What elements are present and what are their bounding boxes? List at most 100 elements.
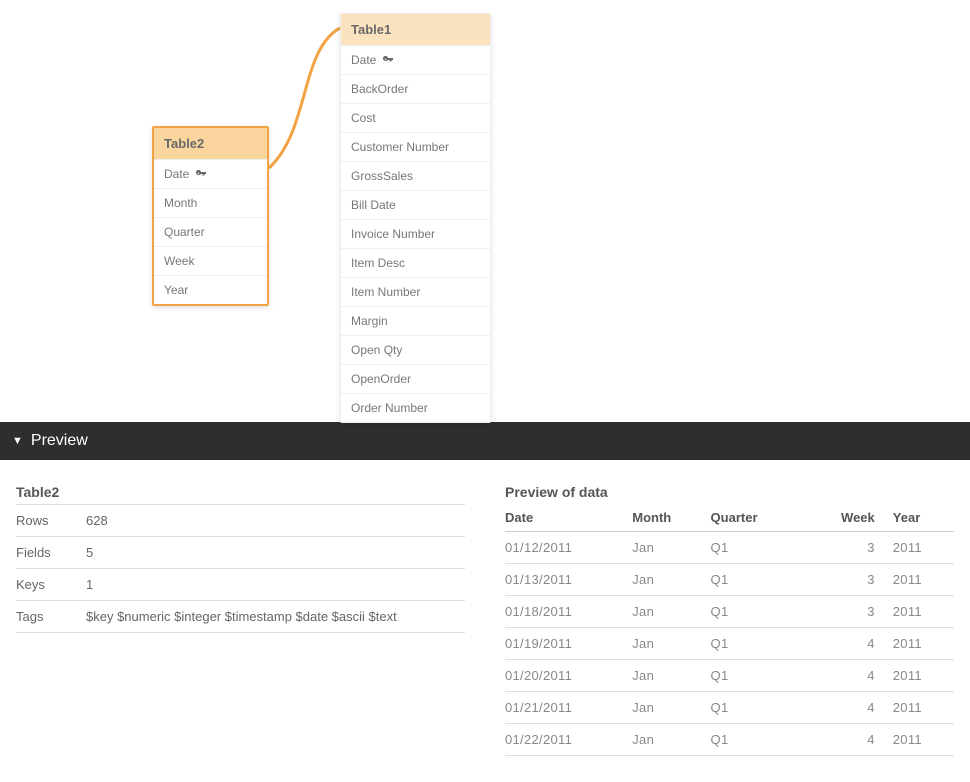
table-cell: 4 [803,692,893,724]
table-cell: Jan [632,532,710,564]
table-cell: Q1 [711,724,803,756]
field-row[interactable]: Bill Date [341,191,490,220]
table-title: Table2 [164,136,204,151]
table-cell: 01/12/2011 [505,532,632,564]
table-header-table1[interactable]: Table1 [341,14,490,46]
field-row[interactable]: Quarter [154,218,267,247]
table-cell: Q1 [711,564,803,596]
table-cell: Q1 [711,660,803,692]
field-label: Customer Number [351,140,449,154]
table-row[interactable]: 01/13/2011JanQ132011 [505,564,954,596]
table-cell: Jan [632,564,710,596]
field-row[interactable]: Date [154,160,267,189]
field-label: Date [164,167,189,181]
info-panel: Table2 Rows 628 Fields 5 Keys 1 Tags $ke… [16,484,465,756]
field-row[interactable]: Year [154,276,267,304]
info-row: Keys 1 [16,569,465,601]
table-cell: Jan [632,628,710,660]
table-row[interactable]: 01/18/2011JanQ132011 [505,596,954,628]
table-row[interactable]: 01/19/2011JanQ142011 [505,628,954,660]
table-cell: 01/19/2011 [505,628,632,660]
table-cell: 4 [803,724,893,756]
table-cell: 3 [803,596,893,628]
info-label: Keys [16,569,86,601]
field-row[interactable]: OpenOrder [341,365,490,394]
table-table1[interactable]: Table1 Date BackOrder Cost Customer Numb… [340,13,491,423]
table-cell: 01/18/2011 [505,596,632,628]
col-header[interactable]: Month [632,504,710,532]
info-row: Rows 628 [16,505,465,537]
table-row[interactable]: 01/12/2011JanQ132011 [505,532,954,564]
field-row[interactable]: BackOrder [341,75,490,104]
field-label: GrossSales [351,169,413,183]
table-cell: Jan [632,692,710,724]
col-header[interactable]: Date [505,504,632,532]
field-row[interactable]: Item Desc [341,249,490,278]
field-row[interactable]: Order Number [341,394,490,422]
field-row[interactable]: GrossSales [341,162,490,191]
field-row[interactable]: Invoice Number [341,220,490,249]
table-cell: 2011 [893,564,954,596]
table-header-table2[interactable]: Table2 [154,128,267,160]
field-row[interactable]: Cost [341,104,490,133]
data-preview-title: Preview of data [505,484,954,500]
info-table: Rows 628 Fields 5 Keys 1 Tags $key $nume… [16,504,465,633]
field-label: Order Number [351,401,428,415]
key-icon [195,168,207,180]
table-cell: Jan [632,660,710,692]
preview-title: Preview [31,432,88,450]
field-label: OpenOrder [351,372,411,386]
table-cell: 2011 [893,628,954,660]
field-row[interactable]: Item Number [341,278,490,307]
table-row[interactable]: 01/22/2011JanQ142011 [505,724,954,756]
table-cell: Q1 [711,532,803,564]
field-row[interactable]: Week [154,247,267,276]
col-header[interactable]: Quarter [711,504,803,532]
data-preview-table: Date Month Quarter Week Year 01/12/2011J… [505,504,954,756]
info-row: Tags $key $numeric $integer $timestamp $… [16,601,465,633]
info-value: $key $numeric $integer $timestamp $date … [86,601,465,633]
info-label: Rows [16,505,86,537]
field-row[interactable]: Month [154,189,267,218]
table-cell: 2011 [893,596,954,628]
info-label: Tags [16,601,86,633]
data-preview-panel: Preview of data Date Month Quarter Week … [505,484,954,756]
table-title: Table1 [351,22,391,37]
table-table2[interactable]: Table2 Date Month Quarter Week Year [152,126,269,306]
field-label: Item Number [351,285,420,299]
field-row[interactable]: Open Qty [341,336,490,365]
table-cell: Jan [632,724,710,756]
info-value: 628 [86,505,465,537]
table-cell: Q1 [711,692,803,724]
col-header[interactable]: Year [893,504,954,532]
table-cell: 2011 [893,532,954,564]
field-label: Year [164,283,188,297]
table-cell: 2011 [893,724,954,756]
table-cell: Q1 [711,628,803,660]
field-label: Week [164,254,194,268]
info-value: 1 [86,569,465,601]
field-row[interactable]: Customer Number [341,133,490,162]
field-label: Date [351,53,376,67]
table-cell: 01/22/2011 [505,724,632,756]
field-label: Invoice Number [351,227,435,241]
field-row[interactable]: Date [341,46,490,75]
field-label: Item Desc [351,256,405,270]
preview-panel-header[interactable]: ▼ Preview [0,422,970,460]
field-label: Month [164,196,197,210]
data-model-canvas[interactable]: Table2 Date Month Quarter Week Year Tabl… [0,0,970,422]
table-row[interactable]: 01/20/2011JanQ142011 [505,660,954,692]
table-cell: 01/20/2011 [505,660,632,692]
table-row[interactable]: 01/21/2011JanQ142011 [505,692,954,724]
table-cell: 3 [803,564,893,596]
info-value: 5 [86,537,465,569]
field-row[interactable]: Margin [341,307,490,336]
field-label: BackOrder [351,82,408,96]
col-header[interactable]: Week [803,504,893,532]
table-cell: 2011 [893,660,954,692]
info-title: Table2 [16,484,465,500]
table-cell: 4 [803,628,893,660]
field-label: Cost [351,111,376,125]
table-cell: Jan [632,596,710,628]
table-cell: 4 [803,660,893,692]
